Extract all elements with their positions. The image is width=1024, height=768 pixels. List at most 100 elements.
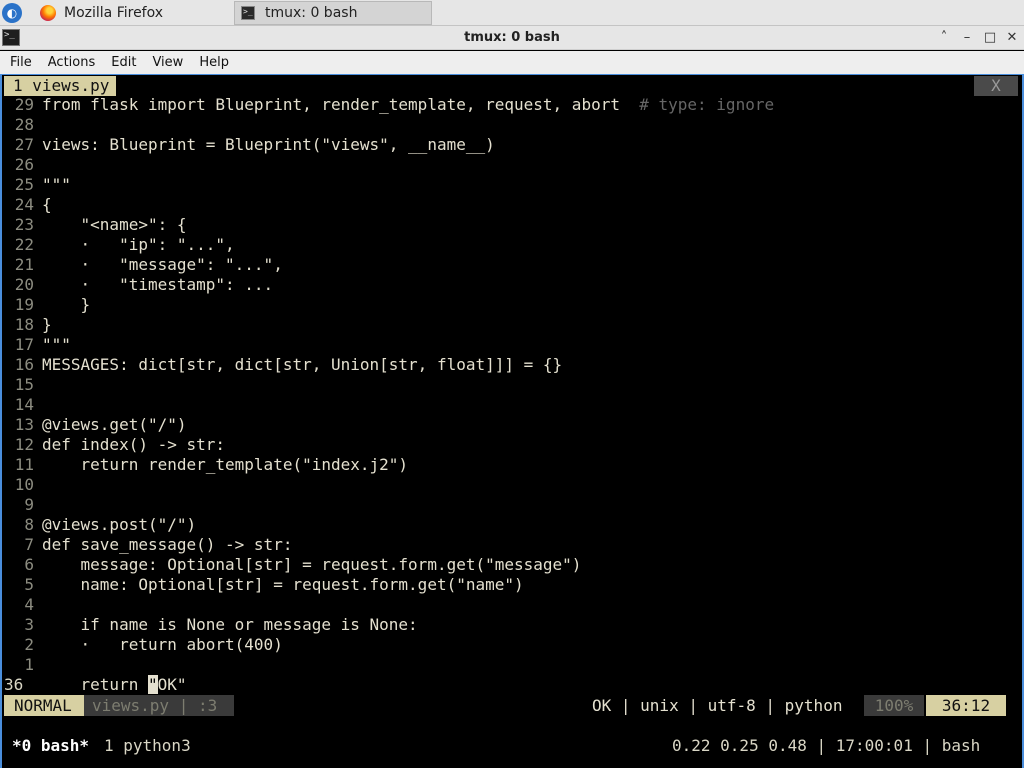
vim-mode-indicator: NORMAL: [4, 695, 84, 716]
terminal-icon: >_: [241, 6, 255, 20]
line-number: 16: [14, 355, 34, 374]
code-line-current[interactable]: 36 return "OK": [2, 675, 1022, 695]
code-text: }: [42, 315, 52, 334]
code-line[interactable]: 24 {: [2, 195, 1022, 215]
menu-help[interactable]: Help: [191, 55, 237, 70]
menu-file[interactable]: File: [2, 55, 40, 70]
code-text: · "message": "...",: [42, 255, 283, 274]
vim-statusline: NORMAL views.py | :3 OK | unix | utf-8 |…: [2, 695, 1022, 716]
task-label: Mozilla Firefox: [64, 5, 164, 21]
terminal-view[interactable]: 1 views.py X 29 from flask import Bluepri…: [0, 74, 1024, 768]
code-line[interactable]: 23 "<name>": {: [2, 215, 1022, 235]
menu-edit[interactable]: Edit: [103, 55, 144, 70]
code-line[interactable]: 27 views: Blueprint = Blueprint("views", …: [2, 135, 1022, 155]
text-cursor: ": [147, 675, 158, 694]
code-text: MESSAGES: dict[str, dict[str, Union[str,…: [42, 355, 563, 374]
code-comment: # type: ignore: [639, 95, 775, 114]
close-button[interactable]: ✕: [1002, 28, 1022, 48]
line-number: 9: [24, 495, 34, 514]
code-line[interactable]: 22 · "ip": "...",: [2, 235, 1022, 255]
code-line[interactable]: 16 MESSAGES: dict[str, dict[str, Union[st…: [2, 355, 1022, 375]
code-text: return: [42, 675, 148, 694]
window-title: tmux: 0 bash: [464, 30, 560, 45]
task-label: tmux: 0 bash: [265, 5, 358, 21]
maximize-button[interactable]: □: [980, 28, 1000, 48]
window-titlebar: >_ tmux: 0 bash ˄ – □ ✕: [0, 26, 1024, 50]
code-text: views: Blueprint = Blueprint("views", __…: [42, 135, 495, 154]
code-line[interactable]: 10: [2, 475, 1022, 495]
code-line[interactable]: 25 """: [2, 175, 1022, 195]
menu-view[interactable]: View: [144, 55, 191, 70]
line-number: 27: [14, 135, 34, 154]
vim-file-name: views.py | :3: [84, 695, 234, 716]
code-line[interactable]: 19 }: [2, 295, 1022, 315]
line-number: 28: [14, 115, 34, 134]
code-line[interactable]: 14: [2, 395, 1022, 415]
task-firefox[interactable]: Mozilla Firefox: [34, 1, 232, 25]
code-editor[interactable]: 29 from flask import Blueprint, render_te…: [2, 95, 1022, 695]
vim-tab-views[interactable]: 1 views.py: [4, 76, 116, 96]
code-line[interactable]: 20 · "timestamp": ...: [2, 275, 1022, 295]
line-number: 21: [14, 255, 34, 274]
code-line[interactable]: 1: [2, 655, 1022, 675]
firefox-icon: [40, 5, 56, 21]
code-text: """: [42, 335, 71, 354]
line-number: 22: [14, 235, 34, 254]
line-number: 4: [24, 595, 34, 614]
code-text: if name is None or message is None:: [42, 615, 418, 634]
code-line[interactable]: 7 def save_message() -> str:: [2, 535, 1022, 555]
code-line[interactable]: 8 @views.post("/"): [2, 515, 1022, 535]
code-line[interactable]: 17 """: [2, 335, 1022, 355]
line-number: 11: [14, 455, 34, 474]
code-line[interactable]: 6 message: Optional[str] = request.form.…: [2, 555, 1022, 575]
code-line[interactable]: 13 @views.get("/"): [2, 415, 1022, 435]
line-number: 14: [14, 395, 34, 414]
tmux-window-python[interactable]: 1 python3: [104, 735, 191, 757]
menu-actions[interactable]: Actions: [40, 55, 104, 70]
code-line[interactable]: 18}: [2, 315, 1022, 335]
line-number: 8: [24, 515, 34, 534]
code-line[interactable]: 4: [2, 595, 1022, 615]
line-number: 17: [14, 335, 34, 354]
code-line[interactable]: 29 from flask import Blueprint, render_te…: [2, 95, 1022, 115]
code-line[interactable]: 21 · "message": "...",: [2, 255, 1022, 275]
line-number: 5: [24, 575, 34, 594]
line-number: 36: [4, 675, 24, 694]
line-number: 19: [14, 295, 34, 314]
line-number: 12: [14, 435, 34, 454]
tmux-window-active[interactable]: *0 bash*: [12, 735, 89, 757]
line-number: 10: [14, 475, 34, 494]
code-text: message: Optional[str] = request.form.ge…: [42, 555, 582, 574]
keep-above-button[interactable]: ˄: [934, 28, 954, 48]
code-line[interactable]: 28: [2, 115, 1022, 135]
vim-scroll-percent: 100%: [864, 695, 924, 716]
code-line[interactable]: 3 if name is None or message is None:: [2, 615, 1022, 635]
code-text: @views.get("/"): [42, 415, 187, 434]
line-number: 6: [24, 555, 34, 574]
code-line[interactable]: 9: [2, 495, 1022, 515]
line-number: 23: [14, 215, 34, 234]
line-number: 7: [24, 535, 34, 554]
vim-file-info: OK | unix | utf-8 | python: [592, 696, 843, 715]
code-text: }: [42, 295, 91, 314]
code-line[interactable]: 15: [2, 375, 1022, 395]
code-line[interactable]: 12 def index() -> str:: [2, 435, 1022, 455]
minimize-button[interactable]: –: [957, 28, 977, 48]
vim-tab-close-button[interactable]: X: [974, 76, 1018, 96]
code-text: @views.post("/"): [42, 515, 197, 534]
line-number: 18: [14, 315, 34, 334]
code-line[interactable]: 5 name: Optional[str] = request.form.get…: [2, 575, 1022, 595]
code-line[interactable]: 2 · return abort(400): [2, 635, 1022, 655]
task-terminal[interactable]: >_ tmux: 0 bash: [234, 1, 432, 25]
code-text: · "timestamp": ...: [42, 275, 274, 294]
line-number: 2: [24, 635, 34, 654]
code-line[interactable]: 26: [2, 155, 1022, 175]
line-number: 25: [14, 175, 34, 194]
line-number: 1: [24, 655, 34, 674]
start-menu-icon[interactable]: ◐: [2, 3, 22, 23]
line-number: 3: [24, 615, 34, 634]
code-text: return render_template("index.j2"): [42, 455, 409, 474]
menu-bar: File Actions Edit View Help: [0, 51, 1024, 74]
code-line[interactable]: 11 return render_template("index.j2"): [2, 455, 1022, 475]
code-text: def index() -> str:: [42, 435, 226, 454]
